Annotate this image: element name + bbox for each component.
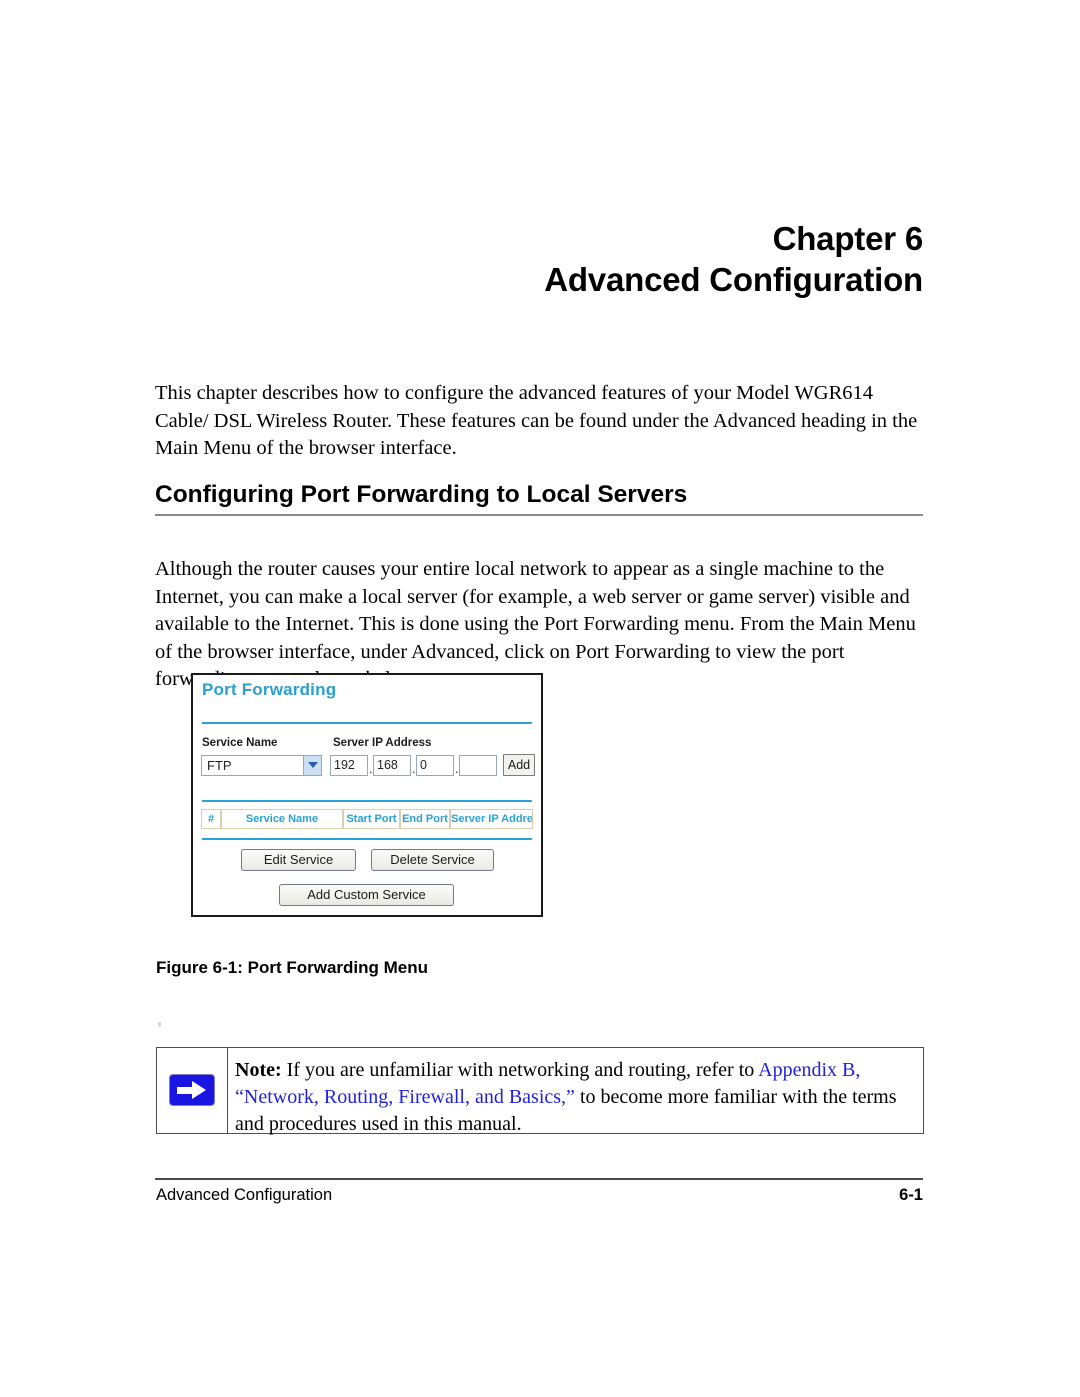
ip-octet-3-input[interactable]: 0	[416, 755, 454, 776]
document-page: Chapter 6 Advanced Configuration This ch…	[0, 0, 1080, 1397]
chapter-heading: Chapter 6 Advanced Configuration	[155, 218, 923, 300]
note-label: Note:	[235, 1059, 282, 1081]
column-header-service-name: Service Name	[221, 809, 343, 829]
delete-service-button[interactable]: Delete Service	[371, 849, 494, 871]
divider-top	[202, 722, 532, 724]
intro-paragraph: This chapter describes how to configure …	[155, 382, 918, 459]
scan-artifact	[158, 1022, 161, 1027]
section-heading: Configuring Port Forwarding to Local Ser…	[155, 481, 688, 508]
add-custom-service-button[interactable]: Add Custom Service	[279, 884, 454, 906]
figure-caption: Figure 6-1: Port Forwarding Menu	[156, 958, 429, 977]
note-icon-cell	[157, 1048, 228, 1133]
ip-octet-2-input[interactable]: 168	[373, 755, 411, 776]
chevron-down-icon[interactable]	[303, 756, 321, 775]
service-name-select-value: FTP	[207, 758, 232, 773]
add-button[interactable]: Add	[503, 754, 535, 776]
column-header-number: #	[201, 809, 221, 829]
column-header-start-port: Start Port	[343, 809, 400, 829]
footer-rule	[155, 1178, 923, 1180]
divider-middle	[202, 800, 532, 802]
column-header-end-port: End Port	[400, 809, 450, 829]
edit-service-button[interactable]: Edit Service	[241, 849, 356, 871]
chapter-number: Chapter 6	[772, 220, 924, 257]
column-header-server-ip-address: Server IP Address	[450, 809, 533, 829]
blue-arrow-icon	[169, 1074, 215, 1106]
port-forwarding-table-header: # Service Name Start Port End Port Serve…	[201, 809, 533, 829]
server-ip-address-label: Server IP Address	[333, 737, 432, 749]
service-name-select[interactable]: FTP	[201, 755, 322, 776]
note-box: Note: If you are unfamiliar with network…	[156, 1047, 924, 1135]
note-text-before-link: If you are unfamiliar with networking an…	[281, 1059, 759, 1081]
ip-octet-4-input[interactable]	[459, 755, 497, 776]
footer-page-number: 6-1	[899, 1186, 923, 1204]
chapter-title: Advanced Configuration	[544, 261, 923, 298]
service-name-label: Service Name	[202, 737, 278, 749]
section-heading-rule	[155, 514, 923, 516]
note-text: Note: If you are unfamiliar with network…	[235, 1057, 911, 1138]
note-link-network-routing-firewall-basics[interactable]: “Network, Routing, Firewall, and Basics,…	[235, 1086, 575, 1108]
port-forwarding-screenshot: Port Forwarding Service Name Server IP A…	[191, 673, 543, 917]
port-forwarding-title: Port Forwarding	[202, 680, 337, 699]
note-link-appendix-b[interactable]: Appendix B,	[758, 1059, 860, 1081]
ip-octet-1-input[interactable]: 192	[330, 755, 368, 776]
divider-bottom	[202, 838, 532, 840]
